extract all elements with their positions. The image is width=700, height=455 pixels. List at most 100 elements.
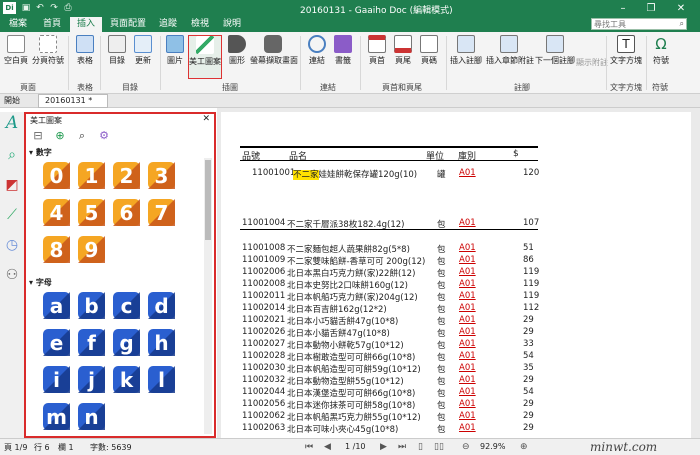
blank-page-button[interactable]: 空白頁 xyxy=(4,35,28,66)
zoom-level[interactable]: 92.9% xyxy=(480,442,505,451)
update-button[interactable]: 更新 xyxy=(132,35,154,66)
letter-clipart-b[interactable]: b xyxy=(75,289,108,322)
number-clipart-4[interactable]: 4 xyxy=(40,196,73,229)
table-row[interactable]: 11002062 北日本帆船黑巧克力餅55g(10*12) 包 A01 29 xyxy=(221,411,691,423)
minimize-icon[interactable]: – xyxy=(612,0,634,17)
tab-view[interactable]: 檢視 xyxy=(186,17,214,32)
symbol-button[interactable]: Ω 符號 xyxy=(650,35,672,66)
number-clipart-6[interactable]: 6 xyxy=(110,196,143,229)
table-row[interactable]: 11002006 北日本黑白巧克力餅(家)22餅(12) 包 A01 119 xyxy=(221,267,691,279)
number-clipart-9[interactable]: 9 xyxy=(75,233,108,266)
minus-icon[interactable]: ⊟ xyxy=(32,130,44,142)
prev-page-icon[interactable]: ◀ xyxy=(324,442,331,452)
search-icon[interactable]: ⌕ xyxy=(680,19,684,29)
screenshot-button[interactable]: 螢幕擷取畫面 xyxy=(250,35,298,66)
table-row[interactable]: 11002027 北日本動物小餅乾57g(10*12) 包 A01 33 xyxy=(221,339,691,351)
close-icon[interactable]: ✕ xyxy=(202,114,210,124)
print-icon[interactable]: ⎙ xyxy=(62,2,74,14)
link-button[interactable]: 連結 xyxy=(306,35,328,66)
next-page-icon[interactable]: ▶ xyxy=(380,442,387,452)
search-icon[interactable]: ⌕ xyxy=(3,146,21,164)
table-row[interactable]: 11001008 不二家麵包超人蔬果餅82g(5*8) 包 A01 51 xyxy=(221,243,691,255)
letter-clipart-h[interactable]: h xyxy=(145,326,178,359)
page-number-button[interactable]: 頁碼 xyxy=(418,35,440,66)
number-clipart-0[interactable]: 0 xyxy=(40,159,73,192)
table-row[interactable]: 11002014 北日本百吉餅162g(12*2) 包 A01 112 xyxy=(221,303,691,315)
zoom-in-icon[interactable]: ⊕ xyxy=(520,442,528,452)
tab-home[interactable]: 首頁 xyxy=(38,17,66,32)
panel-scroll-thumb[interactable] xyxy=(205,160,211,240)
start-tab[interactable]: 開始 xyxy=(4,95,20,106)
letter-clipart-a[interactable]: a xyxy=(40,289,73,322)
section-numbers[interactable]: ▾ 數字 xyxy=(29,147,52,158)
tool-search-input[interactable] xyxy=(594,19,672,29)
search-icon[interactable]: ⌕ xyxy=(76,130,88,142)
table-row[interactable]: 11002008 北日本史努比2口味餅160g(12) 包 A01 119 xyxy=(221,279,691,291)
tab-page-layout[interactable]: 頁面配置 xyxy=(106,17,150,32)
table-row[interactable]: 11002056 北日本迷你抹茶可可餅58g(10*8) 包 A01 29 xyxy=(221,399,691,411)
picture-button[interactable]: 圖片 xyxy=(164,35,186,66)
show-notes-button[interactable]: 顯示附註 xyxy=(576,35,608,68)
single-page-icon[interactable]: ▯ xyxy=(418,442,423,452)
bookmark-button[interactable]: 書籤 xyxy=(332,35,354,66)
add-icon[interactable]: ⊕ xyxy=(54,130,66,142)
undo-icon[interactable]: ↶ xyxy=(34,2,46,14)
table-row[interactable]: 11002011 北日本帆船巧克力餅(家)204g(12) 包 A01 119 xyxy=(221,291,691,303)
last-page-icon[interactable]: ⏭ xyxy=(398,442,406,452)
table-row[interactable]: 11002032 北日本動物造型餅55g(10*12) 包 A01 29 xyxy=(221,375,691,387)
magic-wand-icon[interactable]: ⟋ xyxy=(3,206,21,224)
document-page[interactable]: 品號 品名 單位 庫別 $ 11001001 不二家娃娃餅乾保存罐120g(10… xyxy=(221,112,691,438)
number-clipart-8[interactable]: 8 xyxy=(40,233,73,266)
history-icon[interactable]: ◷ xyxy=(3,236,21,254)
letter-clipart-i[interactable]: i xyxy=(40,363,73,396)
tab-file[interactable]: 檔案 xyxy=(4,17,32,32)
toc-button[interactable]: 目錄 xyxy=(106,35,128,66)
letter-clipart-c[interactable]: c xyxy=(110,289,143,322)
textbox-button[interactable]: T 文字方塊 xyxy=(610,35,642,66)
letter-clipart-j[interactable]: j xyxy=(75,363,108,396)
letter-clipart-d[interactable]: d xyxy=(145,289,178,322)
table-row[interactable]: 11001009 不二家雙味餡餅-香草可可 200g(12) 包 A01 86 xyxy=(221,255,691,267)
tab-tracking[interactable]: 追蹤 xyxy=(154,17,182,32)
letter-clipart-f[interactable]: f xyxy=(75,326,108,359)
table-button[interactable]: 表格 xyxy=(74,35,96,66)
page-break-button[interactable]: 分頁符號 xyxy=(32,35,64,66)
first-page-icon[interactable]: ⏮ xyxy=(305,442,313,452)
gear-icon[interactable]: ⚙ xyxy=(98,130,110,142)
number-clipart-3[interactable]: 3 xyxy=(145,159,178,192)
page-navigator[interactable]: 1 /10 xyxy=(345,442,366,451)
tool-search[interactable]: ⌕ xyxy=(591,18,687,30)
header-button[interactable]: 頁首 xyxy=(366,35,388,66)
number-clipart-1[interactable]: 1 xyxy=(75,159,108,192)
document-tab[interactable]: 20160131 * xyxy=(38,94,108,108)
letter-clipart-e[interactable]: e xyxy=(40,326,73,359)
panel-scrollbar[interactable] xyxy=(204,158,212,434)
letter-clipart-l[interactable]: l xyxy=(145,363,178,396)
shapes-icon[interactable]: ◩ xyxy=(3,176,21,194)
shape-button[interactable]: 圖形 xyxy=(226,35,248,66)
save-icon[interactable]: ▣ xyxy=(20,2,32,14)
tab-help[interactable]: 說明 xyxy=(218,17,246,32)
number-clipart-2[interactable]: 2 xyxy=(110,159,143,192)
number-clipart-5[interactable]: 5 xyxy=(75,196,108,229)
zoom-out-icon[interactable]: ⊖ xyxy=(462,442,470,452)
number-clipart-7[interactable]: 7 xyxy=(145,196,178,229)
close-icon[interactable]: ✕ xyxy=(670,0,692,17)
people-icon[interactable]: ⚇ xyxy=(3,266,21,284)
table-row[interactable]: 11002044 北日本漢堡造型可可餅66g(10*8) 包 A01 54 xyxy=(221,387,691,399)
footer-button[interactable]: 頁尾 xyxy=(392,35,414,66)
table-row[interactable]: 11002028 北日本樹敢造型可可餅66g(10*8) 包 A01 54 xyxy=(221,351,691,363)
insert-footnote-button[interactable]: 插入註腳 xyxy=(450,35,482,66)
clipart-button[interactable]: 美工圖案 xyxy=(188,35,222,79)
letter-clipart-n[interactable]: n xyxy=(75,400,108,433)
table-row[interactable]: 11002021 北日本小巧貓舌餅47g(10*8) 包 A01 29 xyxy=(221,315,691,327)
table-row[interactable]: 11002026 北日本小貓舌餅47g(10*8) 包 A01 29 xyxy=(221,327,691,339)
insert-endnote-button[interactable]: 插入章節附註 xyxy=(486,35,534,66)
letter-clipart-k[interactable]: k xyxy=(110,363,143,396)
table-row[interactable]: 11002063 北日本可味小夾心45g(10*8) 包 A01 29 xyxy=(221,423,691,435)
next-footnote-button[interactable]: 下一個註腳 xyxy=(535,35,575,66)
text-style-icon[interactable]: A xyxy=(3,114,21,132)
section-letters[interactable]: ▾ 字母 xyxy=(29,277,52,288)
redo-icon[interactable]: ↷ xyxy=(48,2,60,14)
maximize-icon[interactable]: ❐ xyxy=(640,0,662,17)
